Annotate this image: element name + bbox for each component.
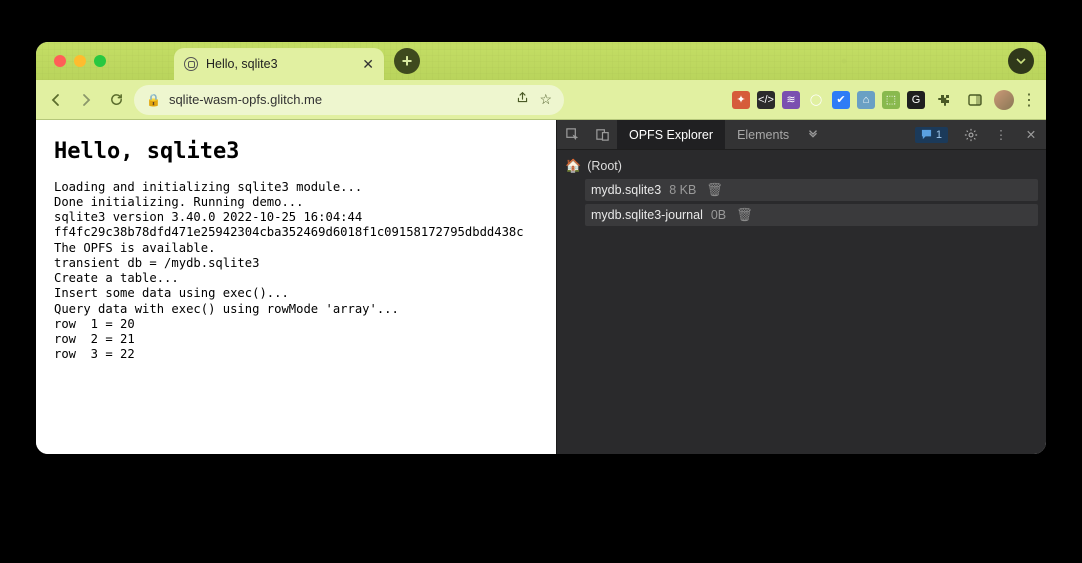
browser-toolbar: 🔒 sqlite-wasm-opfs.glitch.me ☆ ✦ </> ≋ ◯ ✔ ⌂ ⬚… [36,80,1046,120]
minimize-window-button[interactable] [74,55,86,67]
browser-tab[interactable]: Hello, sqlite3 ✕ [174,48,384,80]
output-line: row 1 = 20 [54,317,538,332]
output-line: transient db = /mydb.sqlite3 [54,256,538,271]
close-tab-button[interactable]: ✕ [362,56,374,73]
opfs-root-row[interactable]: 🏠 (Root) [565,156,1038,176]
output-line: Query data with exec() using rowMode 'ar… [54,302,538,317]
favicon-icon [184,57,198,71]
extension-icon[interactable]: ⬚ [882,91,900,109]
maximize-window-button[interactable] [94,55,106,67]
devtools-close-icon[interactable]: ✕ [1016,120,1046,149]
device-toggle-icon[interactable] [587,120,617,149]
devtools-tab-opfs[interactable]: OPFS Explorer [617,120,725,149]
side-panel-icon[interactable] [963,88,987,112]
file-size: 0B [711,208,726,222]
user-avatar[interactable] [994,90,1014,110]
inspect-element-icon[interactable] [557,120,587,149]
console-output: Loading and initializing sqlite3 module.… [54,180,538,363]
extension-icon[interactable]: ✦ [732,91,750,109]
back-button[interactable] [44,88,68,112]
extensions-row: ✦ </> ≋ ◯ ✔ ⌂ ⬚ G ⋮ [732,88,1038,112]
window-controls [46,42,114,80]
profile-menu-button[interactable] [1008,48,1034,74]
extension-icon[interactable]: ◯ [807,91,825,109]
output-line: The OPFS is available. [54,241,538,256]
output-line: Insert some data using exec()... [54,286,538,301]
delete-file-icon[interactable]: 🗑 [736,207,753,223]
devtools-panel: OPFS Explorer Elements 1 ⋮ [556,120,1046,454]
page-viewport: Hello, sqlite3 Loading and initializing … [36,120,556,454]
devtools-menu-icon[interactable]: ⋮ [986,120,1016,149]
page-heading: Hello, sqlite3 [54,138,538,166]
browser-menu-button[interactable]: ⋮ [1021,90,1038,110]
browser-window: Hello, sqlite3 ✕ + 🔒 sqlite-wasm-opfs.gl… [36,42,1046,454]
tab-title: Hello, sqlite3 [206,57,354,71]
bookmark-icon[interactable]: ☆ [539,91,552,108]
output-line: Loading and initializing sqlite3 module.… [54,180,538,195]
opfs-tree: 🏠 (Root) mydb.sqlite38 KB🗑mydb.sqlite3-j… [557,150,1046,454]
close-window-button[interactable] [54,55,66,67]
extensions-puzzle-icon[interactable] [932,88,956,112]
opfs-root-label: (Root) [587,159,622,173]
lock-icon: 🔒 [146,93,161,107]
new-tab-button[interactable]: + [394,48,420,74]
output-line: Done initializing. Running demo... [54,195,538,210]
extension-icon[interactable]: </> [757,91,775,109]
output-line: Create a table... [54,271,538,286]
more-tabs-icon[interactable] [801,120,825,149]
file-name: mydb.sqlite3-journal [591,208,703,222]
delete-file-icon[interactable]: 🗑 [706,182,723,198]
opfs-file-row[interactable]: mydb.sqlite3-journal 0B 🗑 [585,204,1038,226]
console-message-badge[interactable]: 1 [915,127,948,143]
output-line: ff4fc29c38b78dfd471e25942304cba352469d60… [54,225,538,240]
forward-button[interactable] [74,88,98,112]
reload-button[interactable] [104,88,128,112]
omnibox-actions: ☆ [516,91,552,108]
devtools-tabstrip: OPFS Explorer Elements 1 ⋮ [557,120,1046,150]
extension-icon[interactable]: G [907,91,925,109]
output-line: sqlite3 version 3.40.0 2022-10-25 16:04:… [54,210,538,225]
share-icon[interactable] [516,91,529,108]
home-icon: 🏠 [565,158,581,174]
devtools-settings-icon[interactable] [956,120,986,149]
opfs-file-row[interactable]: mydb.sqlite3 8 KB 🗑 [585,179,1038,201]
address-bar[interactable]: 🔒 sqlite-wasm-opfs.glitch.me ☆ [134,85,564,115]
url-text: sqlite-wasm-opfs.glitch.me [169,92,508,107]
content-area: Hello, sqlite3 Loading and initializing … [36,120,1046,454]
output-line: row 3 = 22 [54,347,538,362]
devtools-tab-elements[interactable]: Elements [725,120,801,149]
extension-icon[interactable]: ⌂ [857,91,875,109]
tab-strip: Hello, sqlite3 ✕ + [36,42,1046,80]
extension-icon[interactable]: ≋ [782,91,800,109]
output-line: row 2 = 21 [54,332,538,347]
extension-icon[interactable]: ✔ [832,91,850,109]
file-name: mydb.sqlite3 [591,183,661,197]
file-size: 8 KB [669,183,696,197]
